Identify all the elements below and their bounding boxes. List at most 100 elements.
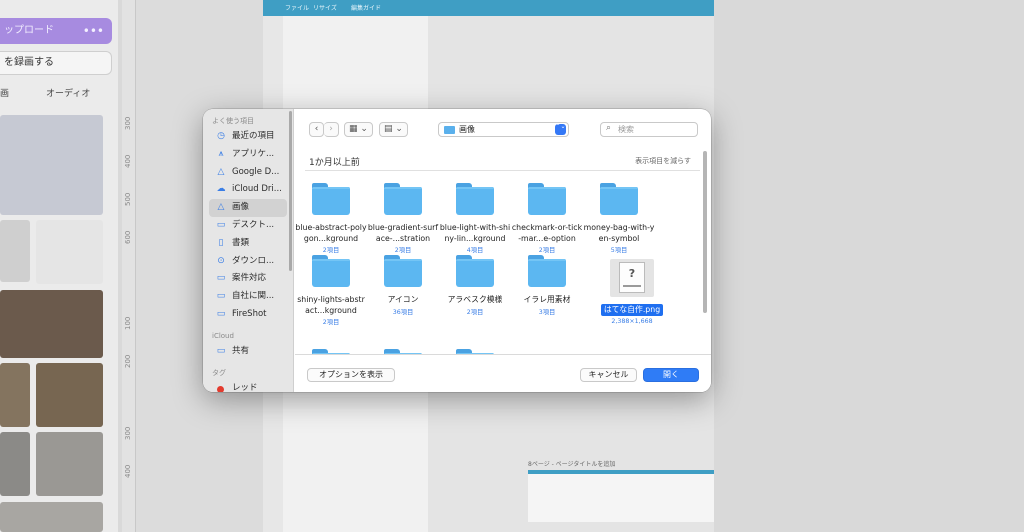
section-title: 1か月以上前 bbox=[309, 158, 360, 168]
folder-item-count: 2項目 bbox=[466, 308, 484, 316]
folder-item[interactable]: money-bag-with-yen-symbol 5項目 bbox=[583, 183, 655, 254]
folder-icon bbox=[600, 183, 638, 215]
cancel-button[interactable]: キャンセル bbox=[580, 368, 637, 382]
folder-icon bbox=[312, 183, 350, 215]
folder-item[interactable]: アイコン 36項目 bbox=[367, 255, 439, 316]
ruler-tick: 300 bbox=[124, 426, 132, 440]
location-popup[interactable]: 画像 ⌃⌄ bbox=[438, 122, 569, 137]
sidebar-item-label: レッド bbox=[232, 382, 258, 392]
sidebar-item[interactable]: レッド bbox=[209, 380, 287, 392]
folder-name: shiny-lights-abstract...kground bbox=[297, 295, 365, 315]
folder-icon bbox=[312, 255, 350, 287]
thumbnail bbox=[0, 502, 103, 532]
background-left-panel: ップロード ••• を録画する 画 オーディオ bbox=[0, 0, 118, 532]
divider bbox=[305, 170, 700, 171]
sidebar-item-label: 案件対応 bbox=[232, 273, 267, 284]
sidebar-item-label: FireShot bbox=[232, 308, 267, 319]
sidebar-item[interactable]: ▭ FireShot bbox=[209, 306, 287, 324]
canva-menu-item: 編集ガイド bbox=[351, 5, 382, 12]
folder-item[interactable]: shiny-lights-abstract...kground 2項目 bbox=[295, 255, 367, 326]
dialog-footer: オプションを表示 キャンセル 開く bbox=[295, 354, 711, 392]
chevron-down-icon: ⌄ bbox=[360, 124, 368, 134]
folder-item[interactable]: blue-light-with-shiny-lin...kground 4項目 bbox=[439, 183, 511, 254]
folder-item-count: 5項目 bbox=[610, 247, 628, 254]
thumbnail bbox=[36, 220, 103, 284]
forward-button[interactable]: › bbox=[324, 122, 339, 137]
folder-name: checkmark-or-tick-mar...e-option bbox=[511, 223, 583, 243]
ruler-tick: 400 bbox=[124, 464, 132, 478]
sidebar-item-label: 共有 bbox=[232, 345, 250, 356]
sidebar-item[interactable]: ☁ iCloud Dri... bbox=[209, 181, 287, 199]
sidebar-item[interactable]: ▭ デスクト... bbox=[209, 217, 287, 235]
more-icon: ••• bbox=[82, 24, 104, 38]
ruler-tick: 400 bbox=[124, 154, 132, 168]
folder-item-count: 2項目 bbox=[538, 247, 556, 254]
folder-name: blue-gradient-surface-...stration bbox=[367, 223, 439, 243]
sidebar-item[interactable]: ⊙ ダウンロ... bbox=[209, 253, 287, 271]
search-field[interactable]: ⌕ bbox=[600, 122, 698, 137]
sidebar-section-favorites: よく使う項目 bbox=[212, 117, 254, 125]
folder-icon bbox=[456, 183, 494, 215]
sidebar-item[interactable]: ◷ 最近の項目 bbox=[209, 128, 287, 146]
sidebar-item[interactable]: △ 画像 bbox=[209, 199, 287, 217]
sidebar-item-label: Google D... bbox=[232, 166, 280, 177]
drive-icon: △ bbox=[217, 202, 225, 213]
sidebar-item[interactable]: ▭ 案件対応 bbox=[209, 270, 287, 288]
folder-item-count: 3項目 bbox=[538, 308, 556, 316]
file-item-selected[interactable]: ? はてな自作.png 2,388×1,668 bbox=[596, 259, 668, 325]
sidebar-item[interactable]: ▯ 書類 bbox=[209, 235, 287, 253]
location-label: 画像 bbox=[459, 125, 475, 134]
folder-name: イラレ用素材 bbox=[523, 295, 571, 304]
folder-icon bbox=[384, 255, 422, 287]
grid-view-icon: ▦ bbox=[349, 124, 358, 134]
vertical-ruler: 300 400 500 600 100 200 300 400 bbox=[122, 0, 136, 532]
folder-icon: ▭ bbox=[216, 308, 226, 319]
canva-menu-item: リサイズ bbox=[313, 5, 337, 12]
updown-arrows-icon: ⌃⌄ bbox=[555, 124, 566, 135]
show-less-link[interactable]: 表示項目を減らす bbox=[635, 156, 691, 166]
file-open-dialog: よく使う項目 ◷ 最近の項目 ⩚ アプリケ... △ Google D... ☁ iCloud… bbox=[203, 109, 711, 392]
folder-item-count: 2項目 bbox=[322, 247, 340, 254]
clock-icon: ◷ bbox=[217, 131, 225, 141]
show-options-button[interactable]: オプションを表示 bbox=[307, 368, 395, 382]
open-button[interactable]: 開く bbox=[643, 368, 699, 382]
thumbnail bbox=[36, 363, 103, 427]
thumbnail bbox=[0, 432, 30, 496]
back-button[interactable]: ‹ bbox=[309, 122, 324, 137]
folder-name: blue-light-with-shiny-lin...kground bbox=[439, 223, 511, 243]
tab-audio: オーディオ bbox=[46, 89, 91, 99]
sidebar-item-label: iCloud Dri... bbox=[232, 184, 282, 195]
sidebar-item-label: 書類 bbox=[232, 237, 250, 248]
sidebar-item[interactable]: ▭ 共有 bbox=[209, 343, 287, 361]
content-scrollbar[interactable] bbox=[703, 151, 707, 313]
file-dimensions: 2,388×1,668 bbox=[611, 318, 653, 325]
ruler-tick: 600 bbox=[124, 230, 132, 244]
sidebar-section-icloud: iCloud bbox=[212, 331, 234, 340]
thumbnail bbox=[0, 220, 30, 282]
sidebar-item[interactable]: ⩚ アプリケ... bbox=[209, 146, 287, 164]
sidebar-item[interactable]: ▭ 自社に関... bbox=[209, 288, 287, 306]
folder-item[interactable]: イラレ用素材 3項目 bbox=[511, 255, 583, 316]
upload-label: ップロード bbox=[4, 25, 54, 36]
folder-icon bbox=[444, 126, 455, 134]
folder-icon bbox=[384, 183, 422, 215]
group-by-button[interactable]: ▤ ⌄ bbox=[379, 122, 408, 137]
folder-item[interactable]: blue-gradient-surface-...stration 2項目 bbox=[367, 183, 439, 254]
question-mark-icon: ? bbox=[628, 267, 636, 280]
sidebar-scrollbar[interactable] bbox=[289, 111, 292, 271]
image-file-icon: ? bbox=[610, 259, 654, 297]
folder-item[interactable]: blue-abstract-polygon...kground 2項目 bbox=[295, 183, 367, 254]
folder-icon: ▭ bbox=[216, 273, 226, 284]
folder-item[interactable]: checkmark-or-tick-mar...e-option 2項目 bbox=[511, 183, 583, 254]
ruler-tick: 200 bbox=[124, 354, 132, 368]
ruler-tick: 100 bbox=[124, 316, 132, 330]
ruler-tick: 300 bbox=[124, 116, 132, 130]
folder-item[interactable]: アラベスク模様 2項目 bbox=[439, 255, 511, 316]
folder-name: アラベスク模様 bbox=[447, 295, 503, 304]
sidebar-item[interactable]: △ Google D... bbox=[209, 164, 287, 182]
page-label: 8ページ - ページタイトルを追加 bbox=[528, 461, 616, 468]
search-input[interactable] bbox=[618, 124, 696, 135]
view-mode-button[interactable]: ▦ ⌄ bbox=[344, 122, 373, 137]
canva-page bbox=[528, 470, 714, 522]
ruler-tick: 500 bbox=[124, 192, 132, 206]
